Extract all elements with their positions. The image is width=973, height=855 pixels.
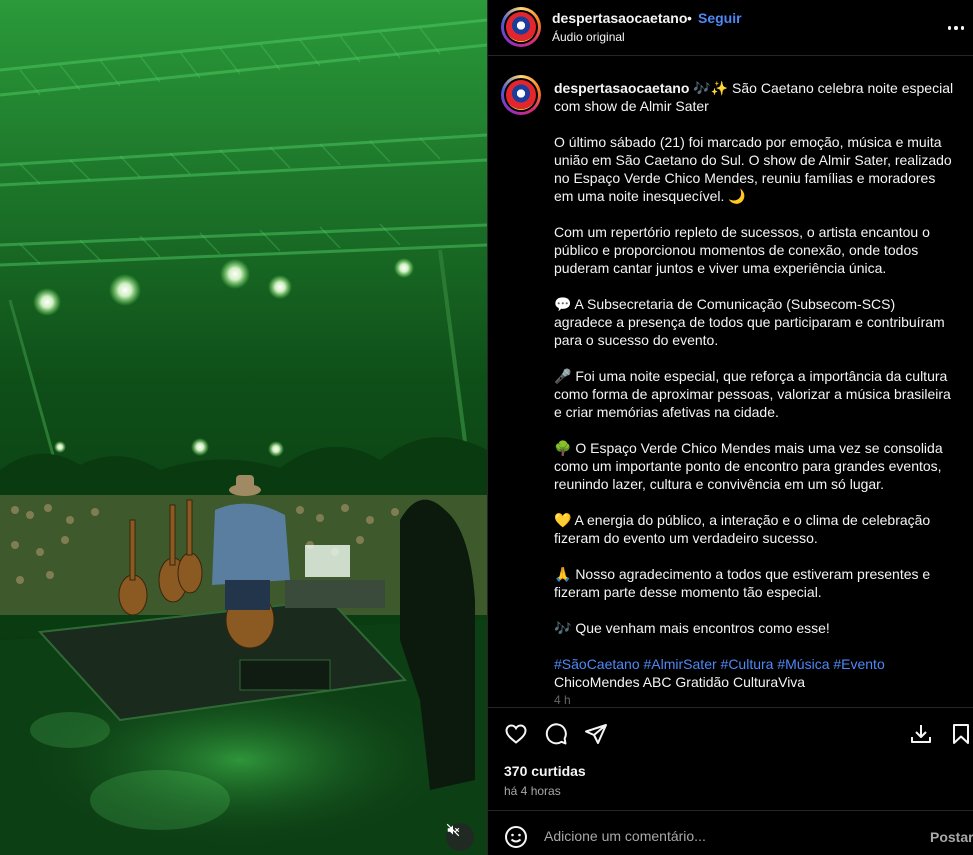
post-detail-panel: despertasaocaetano • Seguir Áudio origin… [487, 0, 973, 855]
comment-button[interactable] [543, 721, 569, 747]
emoji-button[interactable] [504, 825, 528, 849]
concert-stage-scene [0, 0, 487, 855]
post-comment-button[interactable]: Postar [930, 829, 973, 845]
like-button[interactable] [503, 721, 529, 747]
more-horizontal-icon [947, 26, 952, 30]
header-username[interactable]: despertasaocaetano [552, 10, 687, 26]
download-button[interactable] [908, 721, 934, 747]
bookmark-icon [953, 724, 969, 744]
comment-icon [545, 723, 567, 745]
share-button[interactable] [583, 721, 609, 747]
mute-toggle-button[interactable] [446, 823, 474, 851]
more-options-button[interactable] [946, 24, 966, 32]
caption-avatar[interactable] [501, 75, 541, 115]
audio-label[interactable]: Áudio original [552, 30, 625, 44]
likes-count[interactable]: 370 curtidas [504, 763, 586, 779]
caption-paragraph: 🎤 Foi uma noite especial, que reforça a … [554, 368, 951, 420]
caption-paragraph: 💛 A energia do público, a interação e o … [554, 512, 931, 546]
heart-icon [505, 724, 527, 744]
comment-bar: Postar [488, 810, 973, 855]
avatar[interactable] [501, 7, 541, 47]
follow-button[interactable]: Seguir [698, 10, 742, 26]
comment-input[interactable] [544, 824, 904, 848]
post-video[interactable] [0, 0, 487, 855]
action-bar [488, 707, 973, 759]
account-logo [506, 12, 536, 42]
header-separator: • [687, 10, 692, 26]
download-icon [911, 725, 931, 743]
caption-extra-tags: ChicoMendes ABC Gratidão CulturaViva [554, 674, 806, 690]
save-button[interactable] [948, 721, 973, 747]
caption-scroll-area[interactable]: despertasaocaetano 🎶✨ São Caetano celebr… [488, 57, 973, 707]
send-icon [585, 724, 607, 744]
speaker-muted-icon [446, 823, 460, 837]
post-header: despertasaocaetano • Seguir Áudio origin… [488, 0, 973, 56]
caption-paragraph: O último sábado (21) foi marcado por emo… [554, 134, 952, 204]
emoji-icon [505, 826, 527, 848]
post-timestamp[interactable]: há 4 horas [504, 784, 561, 798]
caption-paragraph: 🙏 Nosso agradecimento a todos que estive… [554, 566, 931, 600]
caption-time: 4 h [554, 693, 571, 707]
caption-paragraph: 🎶 Que venham mais encontros como esse! [554, 620, 830, 636]
caption-username[interactable]: despertasaocaetano [554, 80, 689, 96]
caption-paragraph: 💬 A Subsecretaria de Comunicação (Subsec… [554, 296, 945, 348]
caption-paragraph: 🌳 O Espaço Verde Chico Mendes mais uma v… [554, 440, 943, 492]
post-caption: despertasaocaetano 🎶✨ São Caetano celebr… [554, 79, 954, 707]
caption-paragraph: Com um repertório repleto de sucessos, o… [554, 224, 930, 276]
caption-hashtags[interactable]: #SãoCaetano #AlmirSater #Cultura #Música… [554, 655, 954, 673]
